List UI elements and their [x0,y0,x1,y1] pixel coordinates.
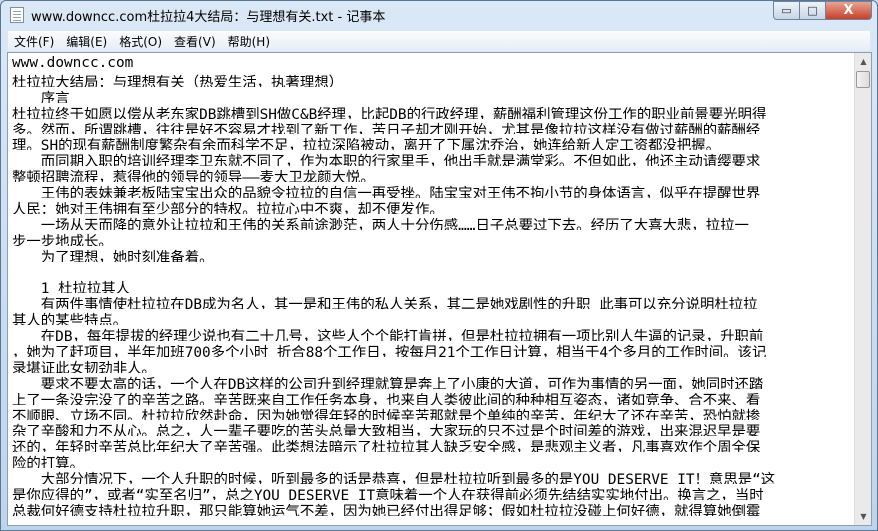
menu-view[interactable]: 查看(V) [168,33,222,50]
text-line: 而同期入职的培训经理李卫东就不同了，作为本职的行家里手，他出手就是满堂彩。不但如… [12,154,761,167]
text-line: 理。SH的现有薪酬制度繁杂有余而科学不足，拉拉深陷被动，离开了下属沈乔治，她连给… [12,138,721,151]
text-line: 1 杜拉拉其人 [12,281,131,294]
text-line: 要求不要太高的话，一个人在DB这样的公司升到经理就算是奔上了小康的大道，可作为事… [12,376,764,389]
text-line: 杜拉拉终于如愿以偿从老东家DB跳槽到SH做C&B经理，比起DB的行政经理，薪酬福… [12,106,767,119]
text-line [12,262,848,278]
text-line: 录堪证此女韧劲非人。 [12,360,156,373]
arrow-up-icon: ▲ [860,57,867,66]
text-line: 杂了辛酸和力不从心。总之，人一辈子要吃的苦头总量大致相当，大家玩的只不过是个时间… [12,424,761,437]
text-line: 有两件事情使杜拉拉在DB成为名人，其一是和王伟的私人关系，其二是她戏剧性的升职 … [12,297,758,310]
close-button[interactable]: X [826,1,872,20]
notepad-window: www.downcc.com杜拉拉4大结局：与理想有关.txt - 记事本 ▭ … [0,0,878,531]
menu-file[interactable]: 文件(F) [8,33,60,50]
text-line: www.downcc.com [12,55,134,71]
menu-bar: 文件(F) 编辑(E) 格式(O) 查看(V) 帮助(H) [8,31,870,51]
text-line: 人民：她对王伟拥有至少部分的特权。拉拉心中不爽，却不便发作。 [12,202,444,214]
text-line: 杜拉拉大结局：与理想有关（热爱生活，执著理想） [12,74,343,87]
maximize-button[interactable]: □ [800,1,826,20]
maximize-icon: □ [807,4,818,17]
text-line: 步一步地成长。 [12,233,113,246]
text-line: 总裁何好德支持杜拉拉升职，那只能算她运气不差，因为她已经付出得足够；假如杜拉拉没… [12,503,761,516]
minimize-icon: ▭ [781,4,792,17]
menu-format[interactable]: 格式(O) [113,33,168,50]
text-line: 序言 [12,90,70,103]
text-editor[interactable]: www.downcc.com 杜拉拉大结局：与理想有关（热爱生活，执著理想） 序言… [7,52,872,526]
scroll-thumb[interactable] [856,71,870,88]
close-icon: X [843,3,854,18]
menu-help[interactable]: 帮助(H) [222,33,276,50]
text-line: 一场从天而降的意外让拉拉和王伟的关系前途渺茫，两人十分伤感……日子总要过下去。经… [12,217,749,230]
text-line: 多。然而，所谓跳槽，往往是好不容易才找到了新工作，苦日子却才刚开始，尤其是像拉拉… [12,122,761,135]
title-bar[interactable]: www.downcc.com杜拉拉4大结局：与理想有关.txt - 记事本 ▭ … [1,1,877,29]
text-line: 险的打算。 [12,456,84,469]
minimize-button[interactable]: ▭ [773,1,800,20]
menu-edit[interactable]: 编辑(E) [60,33,113,50]
vertical-scrollbar[interactable]: ▲ ▼ [854,53,871,525]
scroll-down-button[interactable]: ▼ [855,508,871,525]
text-line: 在DB，每年提拔的经理少说也有二十几号，这些人个个能打肯拼，但是杜拉拉拥有一项比… [12,329,764,342]
text-line: 为了理想，她时刻准备着。 [12,249,214,262]
document-text[interactable]: www.downcc.com 杜拉拉大结局：与理想有关（热爱生活，执著理想） 序言… [12,55,848,516]
notepad-icon [10,7,24,23]
arrow-down-icon: ▼ [860,512,867,521]
text-line: 是你应得的”，或者“实至名归”，总之YOU DESERVE IT意味着一个人在获… [12,488,764,500]
text-line: 其人的某些特点。 [12,313,128,326]
text-line: 大部分情况下，一个人升职的时候，听到最多的话是恭喜，但是杜拉拉听到最多的是YOU… [12,472,776,485]
text-line: 不顺眼、立场不同。杜拉拉欣然赴命，因为她觉得年轻的时候辛苦那就是个单纯的辛苦，年… [12,408,761,421]
text-line: ，她为了赶项目，半年加班700多个小时 折合88个工作日，按每月21个工作日计算… [12,345,767,357]
text-line: 王伟的表妹兼老板陆宝宝出众的品貌令拉拉的自信一再受挫。陆宝宝对王伟不拘小节的身体… [12,186,761,199]
text-line: 整顿招聘流程，惹得他的领导的领导——麦大卫龙颜大悦。 [12,170,375,183]
text-line: 还的，年轻时辛苦总比年纪大了辛苦强。此类想法暗示了杜拉拉其人缺乏安全感，是悲观主… [12,440,761,453]
window-title: www.downcc.com杜拉拉4大结局：与理想有关.txt - 记事本 [31,9,386,25]
scroll-up-button[interactable]: ▲ [855,53,871,70]
text-line: 上了一条没完没了的辛苦之路。辛苦既来自工作任务本身，也来自人类彼此间的种种相互姿… [12,392,761,405]
